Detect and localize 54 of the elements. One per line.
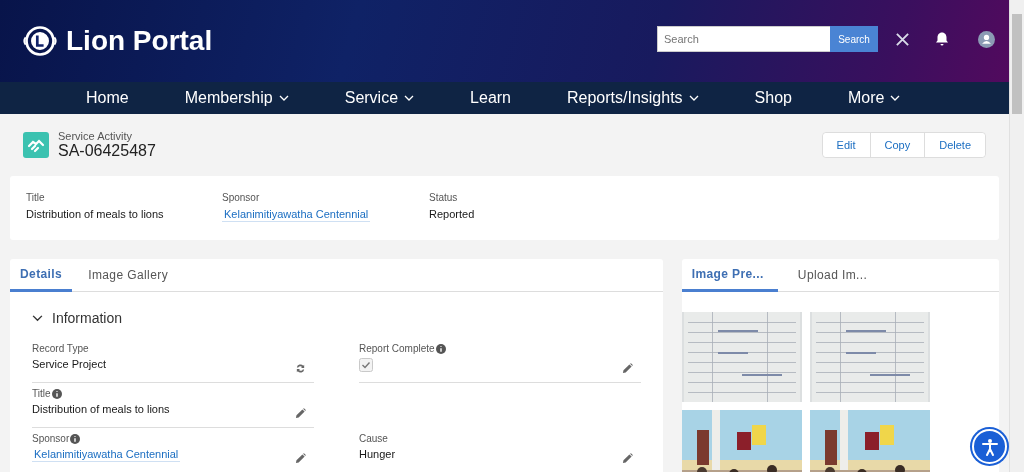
nav-link[interactable]: Service (344, 89, 415, 107)
sponsor-link[interactable]: Kelanimitiyawatha Centennial (32, 448, 181, 462)
field-label: Title (26, 192, 46, 203)
lions-emblem-icon (22, 23, 58, 59)
nav-link[interactable]: Learn (470, 89, 511, 107)
field-value: Hunger (359, 448, 396, 460)
close-icon[interactable] (895, 31, 910, 47)
tab[interactable]: Image Pre... (681, 259, 778, 292)
tab[interactable]: Image Gallery (74, 259, 183, 291)
nav-link[interactable]: Membership (184, 89, 289, 107)
bell-icon[interactable] (934, 31, 950, 47)
pencil-icon[interactable] (622, 363, 633, 374)
accessibility-icon (979, 436, 1000, 457)
field-label: Sponsor (222, 192, 261, 203)
field-label: Sponsor (32, 433, 70, 444)
search-field[interactable]: Search (657, 26, 830, 52)
info-icon[interactable] (435, 343, 446, 354)
field-value: Distribution of meals to lions (32, 403, 170, 415)
nav-link[interactable]: Home (86, 89, 129, 107)
action-button[interactable]: Delete (924, 133, 985, 157)
scrollbar[interactable] (1009, 0, 1024, 472)
tab[interactable]: Upload Im... (787, 259, 882, 291)
caret-icon[interactable] (278, 95, 289, 101)
field-label: Title (32, 388, 51, 399)
avatar-icon[interactable] (978, 30, 995, 48)
pencil-icon[interactable] (622, 453, 633, 464)
handshake-icon (23, 132, 49, 158)
record-id: SA-06425487 (58, 142, 156, 160)
nav-link[interactable]: Shop (754, 89, 792, 107)
field-value: Distribution of meals to lions (26, 208, 165, 220)
nav-link[interactable]: Reports/Insights (567, 89, 699, 107)
field-label: Report Complete (359, 343, 435, 354)
info-icon[interactable] (51, 388, 62, 399)
search-button[interactable]: Search (830, 26, 878, 52)
field-label: Record Type (32, 343, 89, 354)
caret-icon[interactable] (688, 95, 699, 101)
tab[interactable]: Details (10, 259, 73, 292)
field-value: Service Project (32, 358, 106, 370)
record-type-label: Service Activity (58, 130, 133, 142)
caret-icon[interactable] (404, 95, 415, 101)
swap-icon[interactable] (295, 363, 306, 374)
accessibility-button[interactable] (972, 429, 1007, 464)
info-icon[interactable] (70, 433, 81, 444)
section-title: Information (52, 310, 123, 326)
sponsor-link[interactable]: Kelanimitiyawatha Centennial (222, 208, 371, 222)
field-label: Status (429, 192, 459, 203)
caret-icon[interactable] (890, 95, 901, 101)
nav-link[interactable]: More (848, 89, 901, 107)
field-value: Reported (429, 208, 475, 220)
pencil-icon[interactable] (295, 408, 306, 419)
chevron-icon[interactable] (32, 314, 43, 322)
pencil-icon[interactable] (295, 453, 306, 464)
portal-title: Lion Portal (66, 25, 213, 57)
field-label: Cause (359, 433, 388, 444)
